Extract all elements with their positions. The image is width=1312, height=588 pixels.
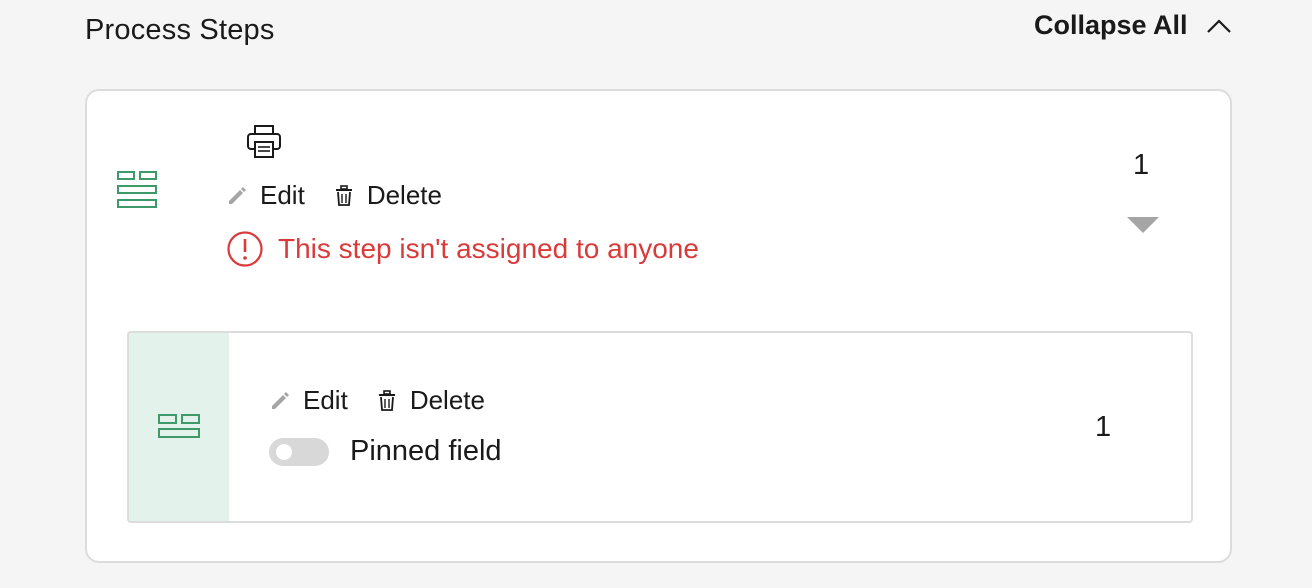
edit-label: Edit [303,385,348,415]
drag-handle-icon [158,414,200,438]
collapse-all-label: Collapse All [1034,10,1188,40]
field-number: 1 [1095,411,1112,443]
alert-circle-icon [227,231,263,267]
printer-icon[interactable] [246,124,282,160]
edit-step-button[interactable]: Edit [226,180,305,211]
delete-step-button[interactable]: Delete [333,180,442,211]
drag-handle-icon[interactable] [117,171,159,211]
edit-label: Edit [260,180,305,210]
delete-field-button[interactable]: Delete [376,385,485,416]
pencil-icon [272,391,289,409]
pinned-field-row: Pinned field [269,435,502,468]
trash-icon [378,389,395,411]
field-card: Edit Delete Pinned field 1 [127,331,1193,523]
trash-icon [335,184,352,206]
pinned-field-label: Pinned field [350,435,502,467]
unassigned-warning: This step isn't assigned to anyone [226,230,699,268]
delete-label: Delete [366,180,442,210]
pinned-field-toggle[interactable] [269,437,329,466]
edit-field-button[interactable]: Edit [269,385,348,416]
section-title: Process Steps [85,14,275,46]
delete-label: Delete [409,385,485,415]
warning-text: This step isn't assigned to anyone [278,233,699,264]
step-number: 1 [1133,149,1150,181]
pencil-icon [229,186,246,204]
process-step-card: Edit Delete This step isn't assigned to … [85,89,1232,563]
field-drag-handle[interactable] [129,333,229,521]
toggle-knob [276,443,292,460]
chevron-up-icon [1206,16,1232,36]
collapse-all-button[interactable]: Collapse All [1034,10,1232,41]
field-actions: Edit Delete [269,385,485,416]
caret-down-icon[interactable] [1127,217,1159,235]
step-actions: Edit Delete [226,180,442,211]
